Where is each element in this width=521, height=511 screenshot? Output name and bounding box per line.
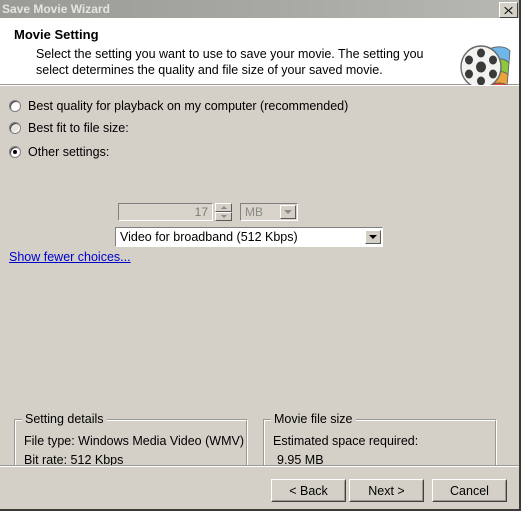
option-best-fit-label: Best fit to file size: — [28, 121, 129, 135]
movie-file-size-title: Movie file size — [271, 412, 356, 426]
radio-other-settings[interactable] — [9, 146, 21, 158]
back-button[interactable]: < Back — [271, 479, 346, 502]
chevron-down-icon — [220, 215, 227, 218]
stepper-up-button[interactable] — [215, 203, 232, 212]
chevron-down-icon — [369, 235, 377, 239]
footer-divider — [0, 466, 519, 467]
radio-best-quality[interactable] — [9, 100, 21, 112]
page-description: Select the setting you want to use to sa… — [36, 47, 424, 77]
file-size-unit-select[interactable]: MB — [240, 203, 298, 221]
option-other-settings[interactable]: Other settings: — [9, 143, 109, 161]
option-other-settings-label: Other settings: — [28, 145, 110, 159]
option-best-quality-label: Best quality for playback on my computer… — [28, 99, 349, 113]
detail-file-type: File type: Windows Media Video (WMV) — [24, 434, 244, 448]
file-size-value: 17 — [194, 205, 208, 219]
setting-details-title: Setting details — [22, 412, 107, 426]
space-required-label: Estimated space required: — [273, 434, 419, 448]
chevron-up-icon — [220, 206, 227, 209]
next-button[interactable]: Next > — [349, 479, 424, 502]
wizard-footer: < Back Next > Cancel — [0, 465, 519, 509]
window-title: Save Movie Wizard — [2, 2, 110, 16]
show-fewer-choices-link[interactable]: Show fewer choices... — [9, 250, 131, 264]
close-icon[interactable] — [499, 2, 518, 18]
settings-dropdown-button[interactable] — [365, 230, 381, 244]
close-glyph — [504, 6, 513, 14]
file-size-unit-value: MB — [245, 205, 263, 219]
save-movie-wizard-window: Save Movie Wizard Movie Setting Select t… — [0, 0, 521, 511]
chevron-down-icon — [284, 210, 292, 214]
back-button-label: < Back — [289, 483, 328, 498]
stepper-down-button[interactable] — [215, 212, 232, 221]
title-bar: Save Movie Wizard — [0, 0, 519, 18]
unit-dropdown-button[interactable] — [280, 205, 296, 219]
next-button-label: Next > — [368, 483, 405, 498]
wizard-header: Movie Setting Select the setting you wan… — [0, 18, 519, 92]
cancel-button[interactable]: Cancel — [432, 479, 507, 502]
other-settings-value: Video for broadband (512 Kbps) — [120, 230, 298, 244]
wizard-body: Best quality for playback on my computer… — [0, 85, 519, 509]
option-best-quality[interactable]: Best quality for playback on my computer… — [9, 97, 348, 115]
file-size-stepper[interactable] — [215, 203, 232, 221]
option-best-fit[interactable]: Best fit to file size: — [9, 119, 129, 137]
cancel-button-label: Cancel — [450, 483, 489, 498]
page-title: Movie Setting — [14, 27, 99, 42]
file-size-input[interactable]: 17 — [118, 203, 213, 221]
other-settings-select[interactable]: Video for broadband (512 Kbps) — [115, 227, 383, 247]
radio-best-fit[interactable] — [9, 122, 21, 134]
